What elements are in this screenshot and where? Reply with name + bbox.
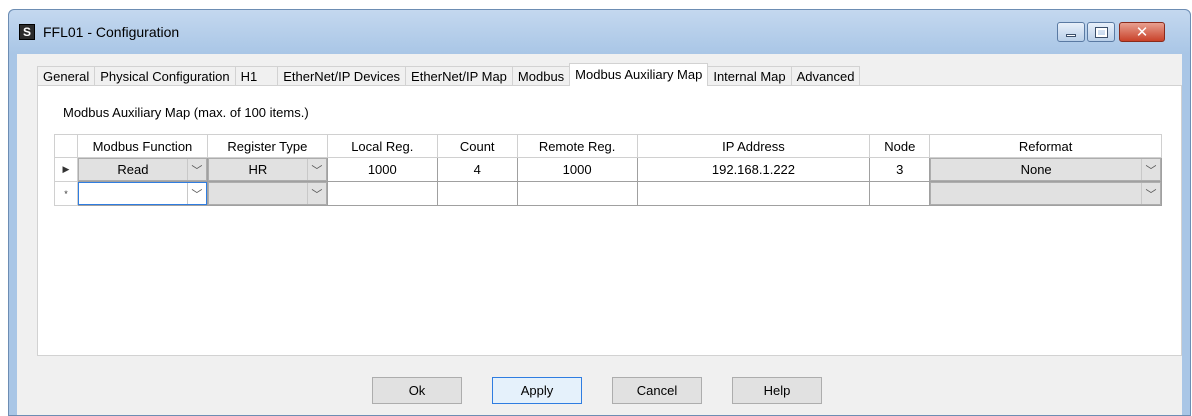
tab-general[interactable]: General [37, 66, 96, 86]
close-button[interactable]: ✕ [1119, 22, 1165, 42]
panel-caption: Modbus Auxiliary Map (max. of 100 items.… [63, 105, 309, 120]
row-header-corner [54, 134, 78, 158]
reformat-dropdown[interactable]: ﹀ [930, 182, 1161, 205]
apply-button[interactable]: Apply [492, 377, 582, 404]
new-row-indicator-icon[interactable]: * [54, 181, 78, 206]
configuration-window: S FFL01 - Configuration ✕ General Physic… [8, 9, 1191, 416]
tab-h1[interactable]: H1 [234, 66, 279, 86]
node-cell[interactable] [869, 181, 931, 206]
chevron-down-icon[interactable]: ﹀ [1141, 183, 1160, 204]
tab-strip: General Physical Configuration H1 EtherN… [37, 63, 861, 86]
register-type-cell[interactable]: ﹀ [206, 181, 328, 206]
title-bar[interactable]: S FFL01 - Configuration ✕ [9, 10, 1190, 54]
minimize-button[interactable] [1057, 22, 1085, 42]
chevron-down-icon[interactable]: ﹀ [306, 159, 326, 180]
remote-reg-cell[interactable]: 1000 [516, 157, 638, 182]
ip-address-cell[interactable] [636, 181, 871, 206]
chevron-down-icon[interactable]: ﹀ [306, 183, 326, 204]
tab-advanced[interactable]: Advanced [790, 66, 861, 86]
column-header-register-type[interactable]: Register Type [206, 134, 328, 158]
reformat-value: None [1020, 162, 1052, 177]
tab-ethernet-ip-devices[interactable]: EtherNet/IP Devices [277, 66, 407, 86]
register-type-value: HR [248, 162, 268, 177]
modbus-function-cell[interactable]: ﹀ [76, 181, 208, 206]
count-cell[interactable] [436, 181, 518, 206]
local-reg-cell[interactable]: 1000 [326, 157, 438, 182]
column-header-local-reg[interactable]: Local Reg. [326, 134, 438, 158]
maximize-button[interactable] [1087, 22, 1115, 42]
column-header-reformat[interactable]: Reformat [929, 134, 1162, 158]
column-header-modbus-function[interactable]: Modbus Function [76, 134, 208, 158]
register-type-dropdown[interactable]: ﹀ [208, 182, 327, 205]
count-cell[interactable]: 4 [436, 157, 518, 182]
modbus-auxiliary-map-panel: Modbus Auxiliary Map (max. of 100 items.… [37, 85, 1182, 356]
reformat-dropdown[interactable]: None ﹀ [930, 158, 1161, 181]
column-header-node[interactable]: Node [869, 134, 931, 158]
minimize-icon [1066, 33, 1076, 37]
dialog-client-area: General Physical Configuration H1 EtherN… [9, 54, 1190, 415]
ip-address-cell[interactable]: 192.168.1.222 [636, 157, 871, 182]
close-icon: ✕ [1135, 24, 1149, 41]
window-title: FFL01 - Configuration [43, 24, 180, 40]
register-type-cell[interactable]: HR ﹀ [206, 157, 328, 182]
ok-button[interactable]: Ok [372, 377, 462, 404]
grid-header-row: Modbus Function Register Type Local Reg.… [54, 134, 1162, 158]
cancel-button[interactable]: Cancel [612, 377, 702, 404]
dialog-button-row: Ok Apply Cancel Help [17, 377, 1182, 405]
modbus-function-value: Read [117, 162, 149, 177]
modbus-map-grid: Modbus Function Register Type Local Reg.… [54, 134, 1162, 206]
tab-modbus-auxiliary-map[interactable]: Modbus Auxiliary Map [569, 63, 709, 86]
local-reg-cell[interactable] [326, 181, 438, 206]
column-header-ip-address[interactable]: IP Address [636, 134, 871, 158]
table-row[interactable]: ▶ Read ﹀ HR ﹀ 1000 4 1000 192.168.1.222 … [54, 157, 1162, 182]
remote-reg-cell[interactable] [516, 181, 638, 206]
modbus-function-dropdown[interactable]: Read ﹀ [78, 158, 207, 181]
maximize-icon [1094, 26, 1108, 38]
chevron-down-icon[interactable]: ﹀ [186, 183, 206, 204]
table-row-new[interactable]: * ﹀ ﹀ ﹀ [54, 181, 1162, 206]
column-header-remote-reg[interactable]: Remote Reg. [516, 134, 638, 158]
chevron-down-icon[interactable]: ﹀ [186, 159, 206, 180]
current-row-indicator-icon[interactable]: ▶ [54, 157, 78, 182]
help-button[interactable]: Help [732, 377, 822, 404]
tab-physical-configuration[interactable]: Physical Configuration [94, 66, 236, 86]
reformat-cell[interactable]: ﹀ [929, 181, 1162, 206]
tab-modbus[interactable]: Modbus [511, 66, 571, 86]
reformat-cell[interactable]: None ﹀ [929, 157, 1162, 182]
tab-ethernet-ip-map[interactable]: EtherNet/IP Map [405, 66, 513, 86]
modbus-function-cell[interactable]: Read ﹀ [76, 157, 208, 182]
app-logo-icon: S [19, 24, 35, 40]
register-type-dropdown[interactable]: HR ﹀ [208, 158, 327, 181]
node-cell[interactable]: 3 [869, 157, 931, 182]
tab-internal-map[interactable]: Internal Map [707, 66, 792, 86]
column-header-count[interactable]: Count [436, 134, 518, 158]
chevron-down-icon[interactable]: ﹀ [1141, 159, 1160, 180]
modbus-function-dropdown[interactable]: ﹀ [78, 182, 207, 205]
